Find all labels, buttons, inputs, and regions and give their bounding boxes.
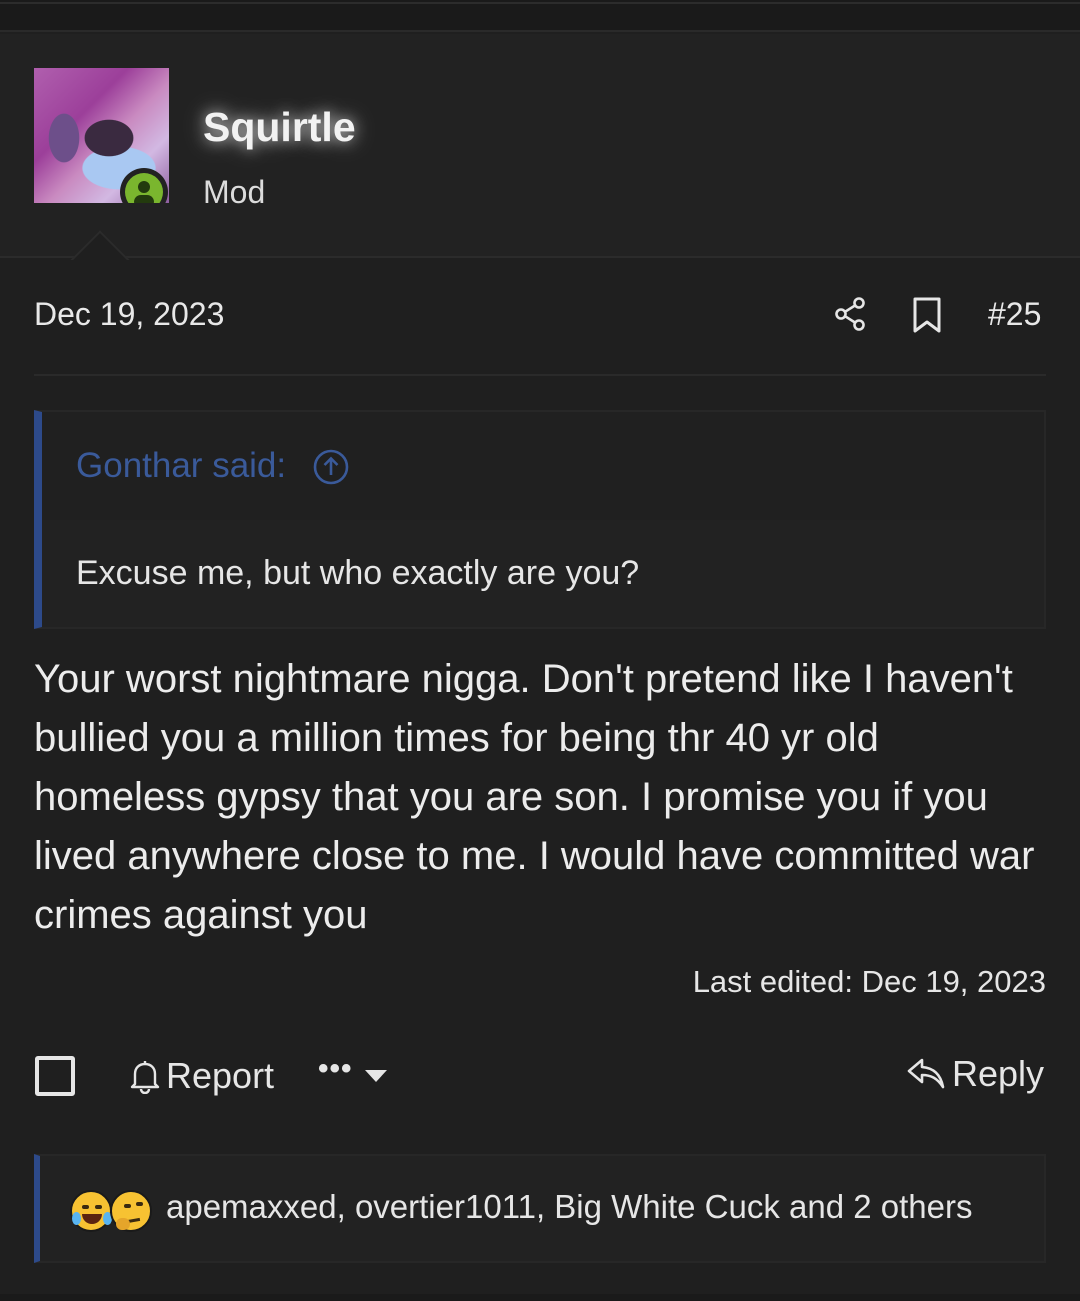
reactions-bar[interactable]: apemaxxed, overtier1011, Big White Cuck …	[34, 1154, 1046, 1263]
reply-button[interactable]: Reply	[906, 1052, 1044, 1096]
thinking-face-icon	[110, 1190, 152, 1232]
header-pointer	[70, 230, 130, 260]
more-options-button[interactable]: •••	[318, 1054, 387, 1094]
top-strip	[0, 0, 1080, 32]
divider	[34, 374, 1046, 376]
post-body: Your worst nightmare nigga. Don't preten…	[34, 657, 1035, 937]
report-button[interactable]: Report	[128, 1054, 274, 1098]
quote-author[interactable]: Gonthar said:	[76, 446, 286, 486]
bell-icon	[130, 1061, 160, 1094]
chevron-down-icon	[364, 1070, 387, 1082]
share-icon[interactable]	[832, 296, 868, 332]
reply-icon	[907, 1058, 945, 1089]
username[interactable]: Squirtle	[203, 104, 356, 151]
more-dots-icon: •••	[318, 1052, 353, 1085]
online-status-icon	[120, 168, 168, 203]
select-checkbox[interactable]	[35, 1056, 75, 1096]
post-date[interactable]: Dec 19, 2023	[34, 296, 224, 333]
arrow-up-circle-icon[interactable]	[312, 448, 350, 486]
reaction-users[interactable]: apemaxxed, overtier1011, Big White Cuck …	[166, 1188, 973, 1226]
bottom-strip	[0, 1294, 1080, 1301]
bookmark-icon[interactable]	[910, 296, 944, 334]
quote-header: Gonthar said:	[42, 412, 1044, 520]
user-header: Squirtle Mod	[0, 34, 1080, 258]
quote-text: Excuse me, but who exactly are you?	[76, 554, 640, 592]
face-with-tears-of-joy-icon	[70, 1190, 112, 1232]
last-edited: Last edited: Dec 19, 2023	[692, 964, 1046, 999]
user-title: Mod	[203, 174, 266, 210]
report-label: Report	[166, 1055, 275, 1096]
avatar[interactable]	[34, 68, 169, 203]
quote-block: Gonthar said: Excuse me, but who exactly…	[34, 410, 1046, 629]
reply-label: Reply	[951, 1053, 1044, 1094]
post-number[interactable]: #25	[988, 296, 1041, 333]
